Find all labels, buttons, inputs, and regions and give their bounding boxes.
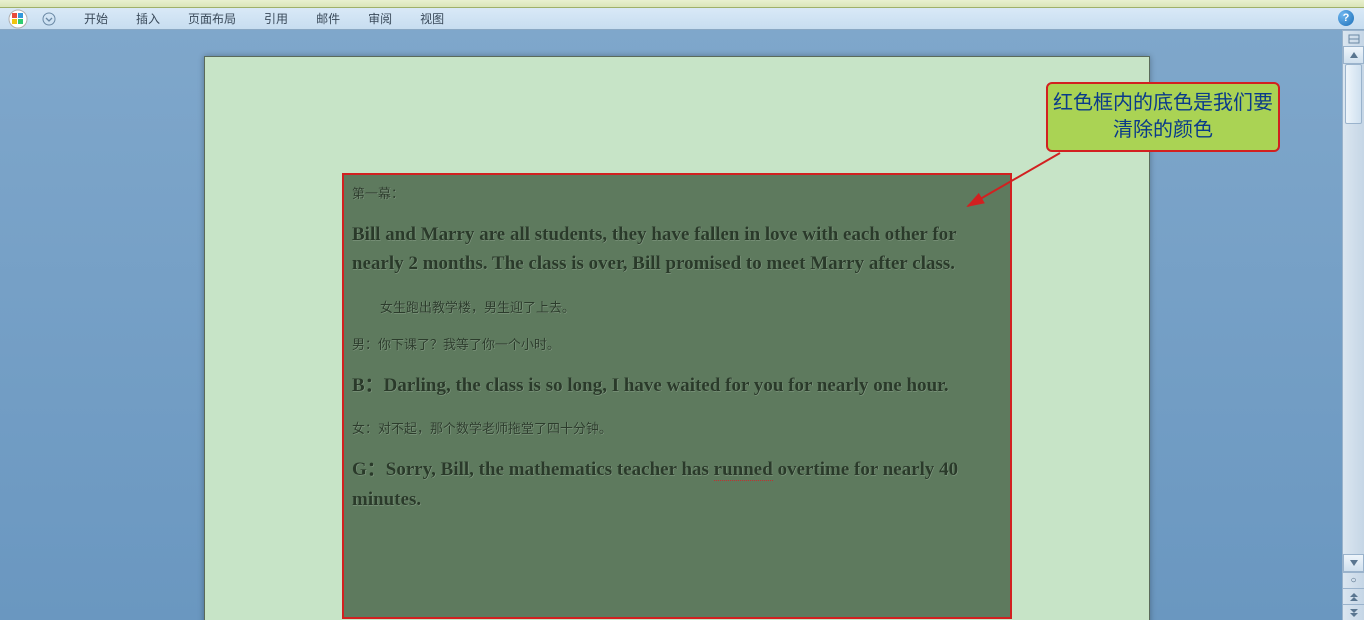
spellcheck-underline: runned (714, 459, 773, 481)
help-icon[interactable]: ? (1338, 10, 1354, 26)
stage-direction: 女生跑出教学楼，男生迎了上去。 (352, 297, 1002, 316)
tab-insert[interactable]: 插入 (122, 8, 174, 30)
tab-view[interactable]: 视图 (406, 8, 458, 30)
document-page: 第一幕： Bill and Marry are all students, th… (204, 56, 1150, 620)
ruler-toggle-icon[interactable] (1343, 30, 1364, 46)
annotation-callout: 红色框内的底色是我们要清除的颜色 (1046, 82, 1280, 152)
tab-mailings[interactable]: 邮件 (302, 8, 354, 30)
annotation-arrow (960, 148, 1070, 228)
paragraph-1: Bill and Marry are all students, they ha… (352, 220, 1002, 279)
cn-line-2: 女：对不起，那个数学老师拖堂了四十分钟。 (352, 418, 1002, 437)
tab-page-layout[interactable]: 页面布局 (174, 8, 250, 30)
shaded-text-block: 第一幕： Bill and Marry are all students, th… (342, 173, 1012, 619)
browse-object-icon[interactable]: ○ (1343, 572, 1364, 588)
scroll-down-button[interactable] (1343, 554, 1364, 572)
en-line-1: B：Darling, the class is so long, I have … (352, 371, 1002, 400)
tab-home[interactable]: 开始 (70, 8, 122, 30)
tab-review[interactable]: 审阅 (354, 8, 406, 30)
ribbon-tabs-bar: 开始 插入 页面布局 引用 邮件 审阅 视图 ? (0, 8, 1364, 30)
scroll-thumb[interactable] (1345, 64, 1362, 124)
en-line-2: G：Sorry, Bill, the mathematics teacher h… (352, 455, 1002, 514)
vertical-scrollbar[interactable]: ○ (1342, 30, 1364, 620)
ribbon-tabs: 开始 插入 页面布局 引用 邮件 审阅 视图 (70, 8, 458, 30)
scroll-up-button[interactable] (1343, 46, 1364, 64)
callout-text: 红色框内的底色是我们要清除的颜色 (1048, 90, 1278, 144)
scroll-track[interactable] (1343, 64, 1364, 554)
scene-label: 第一幕： (352, 183, 1002, 202)
tab-references[interactable]: 引用 (250, 8, 302, 30)
prev-page-icon[interactable] (1343, 588, 1364, 604)
next-page-icon[interactable] (1343, 604, 1364, 620)
office-button[interactable] (4, 8, 32, 30)
en-line-2-pre: G：Sorry, Bill, the mathematics teacher h… (352, 459, 714, 480)
qat-dropdown[interactable] (40, 10, 58, 28)
cn-line-1: 男：你下课了？我等了你一个小时。 (352, 334, 1002, 353)
